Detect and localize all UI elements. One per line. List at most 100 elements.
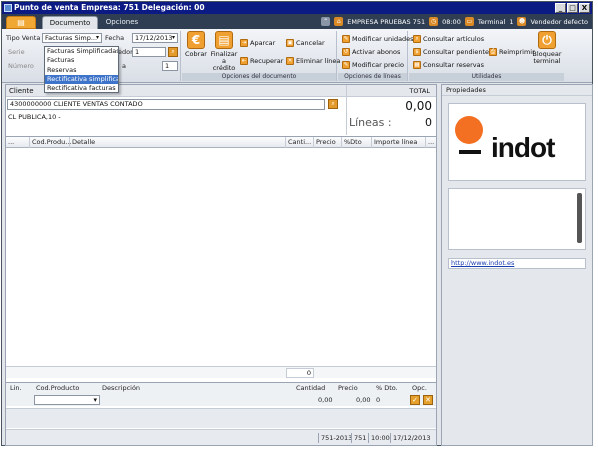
tipo-venta-option-selected[interactable]: Rectificativa simplificadas	[45, 74, 118, 85]
col-extra[interactable]: ...	[426, 137, 436, 148]
fecha-input[interactable]: 17/12/2013 ▾	[132, 33, 178, 43]
pending-icon: $	[413, 47, 421, 56]
delete-icon: ✕	[286, 56, 294, 65]
properties-panel: Propiedades indot http://www.indot.es	[441, 84, 593, 446]
consultar-pendientes-label: Consultar pendientes	[423, 47, 493, 56]
modificar-unidades-button[interactable]: ✎ Modificar unidades	[342, 33, 414, 44]
col-dto[interactable]: %Dto	[342, 137, 372, 148]
entry-dto-value[interactable]: 0	[376, 396, 380, 404]
cobrar-label: Cobrar	[185, 50, 207, 58]
entry-opc-header: Opc.	[412, 384, 427, 392]
consultar-reservas-button[interactable]: ▦ Consultar reservas	[413, 59, 484, 70]
col-detalle[interactable]: Detalle	[70, 137, 286, 148]
aparcar-button[interactable]: ⇥ Aparcar	[240, 37, 275, 48]
chevron-down-icon: ▾	[93, 396, 97, 404]
recuperar-button[interactable]: ⇤ Recuperar	[240, 55, 283, 66]
cobrar-button[interactable]: € Cobrar	[184, 31, 208, 58]
entry-cantidad-header: Cantidad	[296, 384, 326, 392]
tipo-venta-option[interactable]: Rectificativa facturas	[45, 84, 118, 93]
utilidades-group: ⌕ Consultar artículos $ Consultar pendie…	[409, 31, 564, 81]
cancelar-button[interactable]: ▣ Cancelar	[286, 37, 325, 48]
aparcar-label: Aparcar	[250, 38, 276, 47]
col-importe[interactable]: Importe línea	[372, 137, 426, 148]
opciones-documento-label: Opciones del documento	[182, 73, 336, 81]
logo-bar	[459, 150, 481, 154]
refund-icon: ↺	[342, 47, 350, 56]
finalizar-credito-button[interactable]: ▤ Finalizar a crédito	[210, 31, 238, 72]
clipboard-icon: ▤	[215, 31, 233, 49]
logo-circle	[455, 116, 483, 144]
tarifa-value: 1	[165, 62, 170, 70]
cancel-line-button[interactable]: ✕	[423, 395, 433, 405]
tab-opciones[interactable]: Opciones	[100, 16, 144, 29]
consultar-articulos-button[interactable]: ⌕ Consultar artículos	[413, 33, 484, 44]
chevron-down-icon: ▾	[171, 34, 175, 41]
col-precio[interactable]: Precio	[314, 137, 342, 148]
utilidades-label: Utilidades	[409, 73, 564, 81]
terminal-label: Terminal	[477, 17, 506, 26]
numero-label: Número	[8, 62, 34, 70]
search-icon: ⌕	[413, 34, 421, 43]
tipo-venta-option[interactable]: Facturas	[45, 56, 118, 65]
close-button[interactable]: X	[579, 3, 590, 13]
col-cantidad[interactable]: Canti...	[286, 137, 314, 148]
tarifa-input[interactable]: 1	[162, 61, 178, 71]
opciones-lineas-group: ✎ Modificar unidades ↺ Activar abonos ✎ …	[338, 31, 414, 81]
modificar-precio-button[interactable]: ✎ Modificar precio	[342, 59, 404, 70]
tarifa-label: a	[122, 62, 126, 70]
lines-grid: ... Cod.Produ... Detalle Canti... Precio…	[6, 136, 436, 366]
activar-abonos-button[interactable]: ↺ Activar abonos	[342, 46, 400, 57]
home-icon: ⌂	[334, 17, 344, 26]
ribbon-tab-row: ▤ Documento Opciones ⌃ ⌂ EMPRESA PRUEBAS…	[2, 14, 592, 29]
bloquear-terminal-button[interactable]: ⏻ Bloquear terminal	[531, 31, 563, 65]
user-icon: ☻	[517, 17, 527, 26]
app-icon	[4, 4, 12, 12]
chevron-down-icon: ▾	[95, 34, 99, 41]
tab-documento[interactable]: Documento	[42, 16, 98, 29]
search-vendedor-button[interactable]: ⌕	[168, 47, 178, 57]
terminal-number: 1	[509, 17, 514, 26]
website-link[interactable]: http://www.indot.es	[451, 259, 514, 267]
company-name: EMPRESA PRUEBAS 751	[347, 17, 426, 26]
up-arrows-icon[interactable]: ⌃	[321, 17, 331, 26]
tipo-venta-select[interactable]: Facturas Simp... ▾	[42, 33, 102, 43]
vendedor-input[interactable]: 1	[132, 47, 166, 57]
serie-label: Serie	[8, 48, 25, 56]
entry-cantidad-value[interactable]: 0,00	[318, 396, 332, 404]
entry-cod-header: Cod.Producto	[36, 384, 80, 392]
edit-units-icon: ✎	[342, 34, 350, 43]
confirm-line-button[interactable]: ✓	[410, 395, 420, 405]
search-cliente-button[interactable]: ⌕	[328, 99, 338, 109]
vendedor-value: 1	[135, 48, 140, 56]
opciones-documento-group: € Cobrar ▤ Finalizar a crédito ⇥ Aparcar…	[182, 31, 340, 81]
cliente-input[interactable]: 4300000000 CLIENTE VENTAS CONTADO	[7, 99, 325, 110]
info-scrollbar[interactable]	[577, 193, 582, 243]
entry-cod-producto-input[interactable]: ▾	[34, 395, 100, 405]
bloquear-label-2: terminal	[533, 57, 561, 65]
total-value: 0,00	[405, 99, 432, 113]
file-menu-button[interactable]: ▤	[6, 16, 36, 29]
tipo-venta-option[interactable]: Reservas	[45, 66, 118, 75]
modificar-precio-label: Modificar precio	[352, 60, 404, 69]
tipo-venta-option[interactable]: Facturas Simplificadas	[45, 47, 118, 56]
minimize-button[interactable]: _	[555, 3, 566, 13]
entry-desc-header: Descripción	[102, 384, 141, 392]
col-cod-producto[interactable]: Cod.Produ...	[30, 137, 71, 148]
recuperar-label: Recuperar	[250, 56, 284, 65]
col-select[interactable]: ...	[6, 137, 30, 148]
recover-icon: ⇤	[240, 56, 248, 65]
maximize-button[interactable]: □	[567, 3, 578, 13]
fecha-label: Fecha	[105, 34, 125, 42]
consultar-pendientes-button[interactable]: $ Consultar pendientes	[413, 46, 492, 57]
printer-icon: ⎙	[489, 47, 497, 56]
total-box: TOTAL 0,00 Líneas : 0	[346, 85, 436, 135]
tipo-venta-label: Tipo Venta	[6, 34, 41, 42]
cliente-label: Cliente	[9, 87, 34, 95]
activar-abonos-label: Activar abonos	[352, 47, 401, 56]
grid-footer: 0	[6, 366, 436, 378]
vendedor-label: edor	[118, 48, 133, 56]
eliminar-linea-button[interactable]: ✕ Eliminar línea	[286, 55, 340, 66]
reimprimir-button[interactable]: ⎙ Reimprimir	[489, 46, 535, 57]
entry-precio-value[interactable]: 0,00	[356, 396, 370, 404]
lineas-value: 0	[425, 116, 432, 129]
